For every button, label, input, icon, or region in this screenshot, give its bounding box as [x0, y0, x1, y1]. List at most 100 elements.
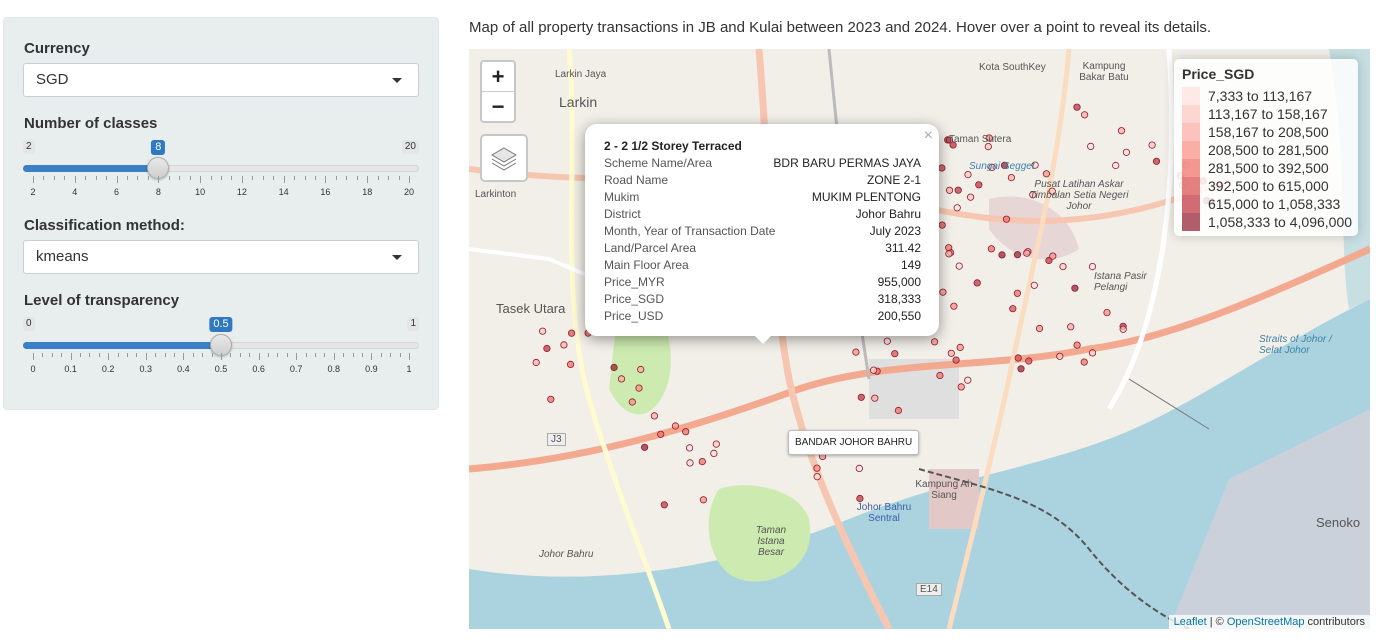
transaction-point[interactable] — [939, 288, 947, 296]
transaction-point[interactable] — [1025, 357, 1033, 365]
transaction-point[interactable] — [869, 366, 878, 374]
transaction-point[interactable] — [641, 443, 649, 451]
transaction-point[interactable] — [712, 440, 720, 448]
transaction-point[interactable] — [955, 262, 963, 270]
transaction-point[interactable] — [973, 279, 981, 287]
transaction-point[interactable] — [539, 327, 547, 335]
class-method-select[interactable]: kmeans — [23, 240, 419, 274]
zoom-out-button[interactable]: − — [482, 92, 514, 121]
transaction-point[interactable] — [1056, 352, 1064, 360]
transaction-point[interactable] — [1014, 354, 1022, 362]
transaction-point[interactable] — [883, 337, 891, 345]
transaction-point[interactable] — [938, 164, 946, 172]
transaction-point[interactable] — [1059, 263, 1067, 271]
transaction-point[interactable] — [1030, 281, 1038, 289]
transaction-point[interactable] — [1042, 170, 1051, 178]
transaction-point[interactable] — [1049, 252, 1057, 260]
transaction-point[interactable] — [947, 349, 955, 357]
transaction-point[interactable] — [568, 329, 576, 337]
transaction-point[interactable] — [813, 473, 821, 481]
transaction-point[interactable] — [637, 365, 645, 374]
transaction-point[interactable] — [1013, 289, 1022, 297]
transaction-point[interactable] — [567, 360, 575, 368]
transaction-point[interactable] — [628, 398, 636, 406]
transaction-point[interactable] — [1007, 174, 1016, 182]
transaction-point[interactable] — [1112, 161, 1120, 170]
layers-button[interactable] — [480, 134, 528, 182]
transaction-point[interactable] — [945, 250, 953, 258]
transaction-point[interactable] — [710, 449, 718, 457]
transaction-point[interactable] — [1017, 365, 1025, 373]
transaction-point[interactable] — [953, 204, 961, 212]
transaction-point[interactable] — [945, 186, 954, 194]
map-container[interactable]: Larkin Jaya Larkin Larkinton Tasek Utara… — [469, 49, 1370, 629]
leaflet-link[interactable]: Leaflet — [1174, 616, 1207, 628]
transaction-point[interactable] — [966, 193, 975, 201]
transaction-point[interactable] — [1117, 127, 1126, 135]
transaction-point[interactable] — [610, 363, 618, 372]
transaction-point[interactable] — [650, 412, 658, 420]
transaction-point[interactable] — [950, 302, 958, 310]
transaction-point[interactable] — [1119, 325, 1127, 333]
transaction-point[interactable] — [560, 341, 568, 349]
transaction-point[interactable] — [532, 358, 540, 367]
transaction-point[interactable] — [891, 350, 899, 358]
transaction-point[interactable] — [1002, 215, 1011, 223]
transaction-point[interactable] — [1080, 358, 1088, 366]
num-classes-slider[interactable]: 2 20 8 2 4 6 8 10 12 14 16 18 20 — [23, 140, 419, 200]
transaction-point[interactable] — [930, 338, 939, 346]
transaction-point[interactable] — [975, 181, 983, 189]
transaction-point[interactable] — [813, 464, 821, 472]
transaction-point[interactable] — [1152, 157, 1161, 165]
transaction-point[interactable] — [952, 356, 960, 364]
close-icon[interactable]: × — [924, 127, 933, 145]
transaction-point[interactable] — [956, 343, 964, 351]
zoom-in-button[interactable]: + — [482, 62, 514, 91]
transaction-point[interactable] — [699, 496, 707, 504]
transaction-point[interactable] — [987, 245, 996, 253]
transaction-point[interactable] — [1067, 323, 1075, 331]
transaction-point[interactable] — [617, 375, 626, 383]
transaction-point[interactable] — [954, 186, 962, 194]
transaction-point[interactable] — [964, 376, 972, 384]
transaction-point[interactable] — [1087, 142, 1095, 151]
transaction-point[interactable] — [852, 348, 860, 356]
currency-select[interactable]: SGD — [23, 63, 419, 97]
transaction-point[interactable] — [671, 422, 679, 430]
transaction-point[interactable] — [1009, 305, 1017, 313]
transaction-point[interactable] — [856, 494, 864, 503]
transaction-point[interactable] — [894, 406, 902, 415]
transaction-point[interactable] — [871, 394, 879, 402]
transaction-point[interactable] — [1122, 148, 1131, 156]
transaction-point[interactable] — [1080, 111, 1089, 119]
transaction-point[interactable] — [1088, 263, 1097, 271]
osm-link[interactable]: OpenStreetMap — [1227, 616, 1305, 628]
transaction-point[interactable] — [698, 457, 706, 466]
transaction-point[interactable] — [938, 221, 946, 229]
transaction-point[interactable] — [547, 395, 555, 403]
transaction-point[interactable] — [543, 344, 551, 353]
transaction-point[interactable] — [964, 171, 972, 179]
transaction-point[interactable] — [1088, 349, 1097, 357]
transaction-point[interactable] — [686, 459, 694, 467]
transaction-point[interactable] — [635, 384, 643, 392]
transaction-point[interactable] — [1023, 249, 1031, 257]
transaction-point[interactable] — [998, 251, 1006, 259]
transaction-point[interactable] — [957, 383, 965, 391]
transparency-slider[interactable]: 0 1 0.5 0 0.1 0.2 0.3 0.4 0.5 0.6 0.7 0.8 0.9 1 — [23, 317, 419, 377]
transaction-point[interactable] — [1103, 308, 1111, 317]
transaction-point[interactable] — [1071, 284, 1079, 292]
transaction-point[interactable] — [1013, 251, 1022, 259]
transaction-point[interactable] — [1073, 103, 1081, 111]
transaction-point[interactable] — [682, 428, 690, 436]
transaction-point[interactable] — [686, 444, 694, 452]
transaction-point[interactable] — [855, 464, 863, 472]
transaction-point[interactable] — [1035, 324, 1044, 333]
transaction-point[interactable] — [936, 371, 944, 380]
transaction-point[interactable] — [857, 393, 865, 401]
transaction-point[interactable] — [1073, 341, 1081, 349]
transaction-point[interactable] — [1148, 141, 1156, 149]
transaction-point[interactable] — [945, 244, 953, 252]
transaction-point[interactable] — [660, 501, 668, 509]
transaction-point[interactable] — [657, 430, 665, 438]
